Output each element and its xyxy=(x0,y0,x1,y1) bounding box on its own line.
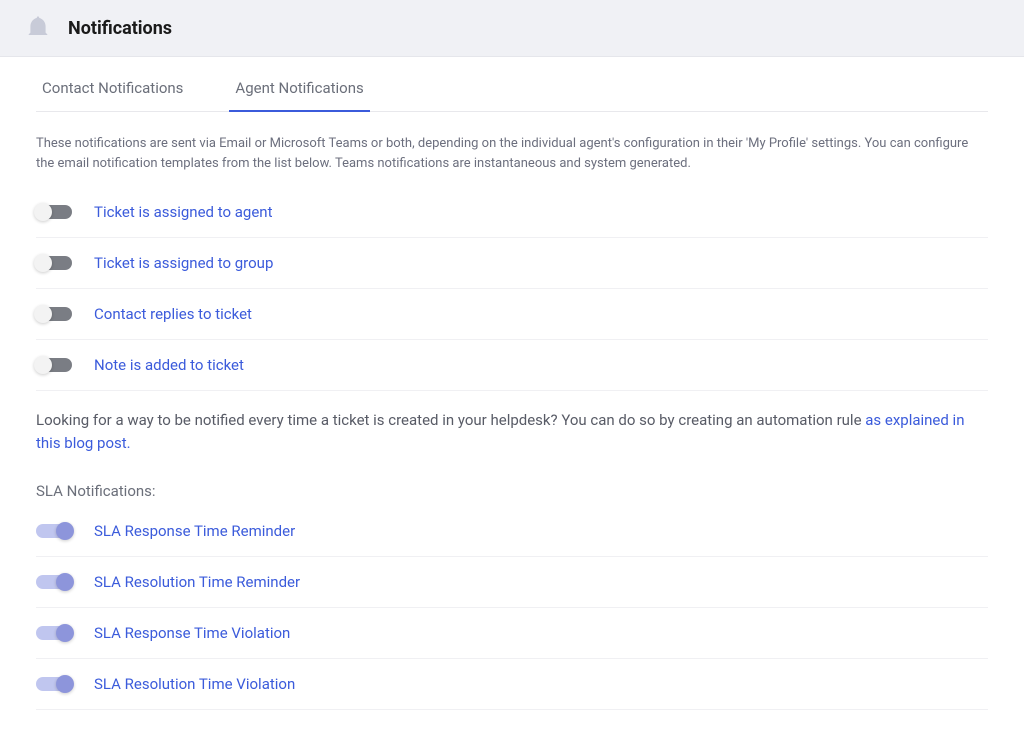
toggle-contact-replies[interactable] xyxy=(36,307,72,321)
link-sla-resolution-reminder[interactable]: SLA Resolution Time Reminder xyxy=(94,573,300,591)
info-prefix: Looking for a way to be notified every t… xyxy=(36,411,865,429)
notification-row: SLA Response Time Reminder xyxy=(36,506,988,557)
notification-row: Ticket is assigned to group xyxy=(36,238,988,289)
toggle-sla-resolution-reminder[interactable] xyxy=(36,575,72,589)
link-ticket-assigned-agent[interactable]: Ticket is assigned to agent xyxy=(94,203,273,221)
link-sla-resolution-violation[interactable]: SLA Resolution Time Violation xyxy=(94,675,295,693)
notification-row: SLA Response Time Violation xyxy=(36,608,988,659)
link-contact-replies[interactable]: Contact replies to ticket xyxy=(94,305,252,323)
tabs: Contact Notifications Agent Notification… xyxy=(36,57,988,112)
page-title: Notifications xyxy=(68,18,172,39)
toggle-ticket-assigned-agent[interactable] xyxy=(36,205,72,219)
link-ticket-assigned-group[interactable]: Ticket is assigned to group xyxy=(94,254,273,272)
tab-agent-notifications[interactable]: Agent Notifications xyxy=(229,79,369,111)
toggle-sla-response-violation[interactable] xyxy=(36,626,72,640)
toggle-sla-response-reminder[interactable] xyxy=(36,524,72,538)
tab-contact-notifications[interactable]: Contact Notifications xyxy=(36,79,189,111)
toggle-note-added[interactable] xyxy=(36,358,72,372)
toggle-ticket-assigned-group[interactable] xyxy=(36,256,72,270)
notification-row: SLA Resolution Time Violation xyxy=(36,659,988,710)
tab-description: These notifications are sent via Email o… xyxy=(36,134,988,173)
notification-row: Ticket is assigned to agent xyxy=(36,187,988,238)
automation-info: Looking for a way to be notified every t… xyxy=(36,391,988,464)
content-area: Contact Notifications Agent Notification… xyxy=(0,57,1024,730)
notification-row: Note is added to ticket xyxy=(36,340,988,391)
notification-row: Contact replies to ticket xyxy=(36,289,988,340)
link-sla-response-reminder[interactable]: SLA Response Time Reminder xyxy=(94,522,295,540)
toggle-sla-resolution-violation[interactable] xyxy=(36,677,72,691)
notification-row: SLA Resolution Time Reminder xyxy=(36,557,988,608)
sla-heading: SLA Notifications: xyxy=(36,464,988,506)
bell-icon xyxy=(24,14,52,42)
page-header: Notifications xyxy=(0,0,1024,57)
link-note-added[interactable]: Note is added to ticket xyxy=(94,356,244,374)
link-sla-response-violation[interactable]: SLA Response Time Violation xyxy=(94,624,290,642)
